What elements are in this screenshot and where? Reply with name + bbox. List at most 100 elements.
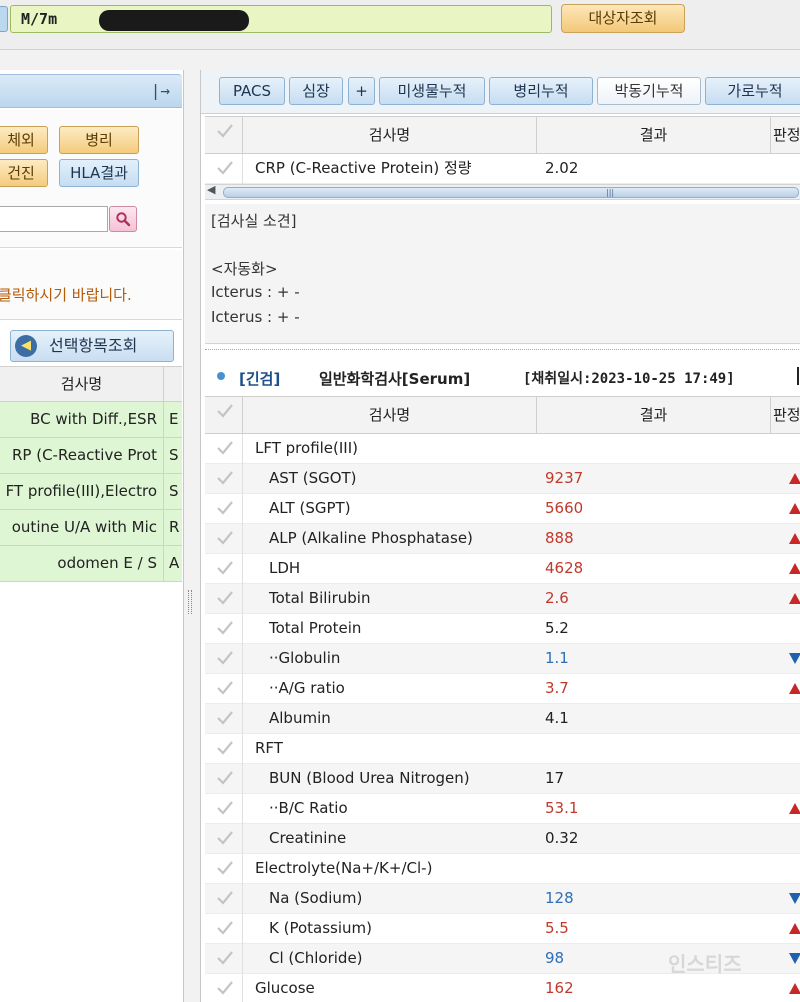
- check-icon: [216, 159, 233, 177]
- category-button-external[interactable]: 체외: [0, 126, 48, 154]
- result-row[interactable]: ALT (SGPT) 5660: [205, 494, 800, 524]
- check-icon: [216, 439, 233, 457]
- category-button-pathology[interactable]: 병리: [59, 126, 139, 154]
- category-button-hla[interactable]: HLA결과: [59, 159, 139, 187]
- tab-cardiac[interactable]: 심장: [289, 77, 343, 105]
- result-row[interactable]: BUN (Blood Urea Nitrogen) 17: [205, 764, 800, 794]
- result-row[interactable]: Electrolyte(Na+/K+/Cl-): [205, 854, 800, 884]
- row-checkbox[interactable]: [205, 524, 243, 554]
- result-row[interactable]: ··A/G ratio 3.7: [205, 674, 800, 704]
- scrollbar-thumb[interactable]: |||: [223, 187, 799, 198]
- select-all-checkbox[interactable]: [205, 117, 243, 154]
- select-all-checkbox[interactable]: [205, 397, 243, 434]
- result-name: BUN (Blood Urea Nitrogen): [269, 769, 470, 787]
- tab-add[interactable]: +: [348, 77, 375, 105]
- row-checkbox[interactable]: [205, 494, 243, 524]
- check-icon: [216, 499, 233, 517]
- row-checkbox[interactable]: [205, 464, 243, 494]
- select-items-lookup-button[interactable]: ◀ 선택항목조회: [10, 330, 174, 362]
- search-input[interactable]: [0, 206, 108, 232]
- result-row[interactable]: Total Protein 5.2: [205, 614, 800, 644]
- result-row[interactable]: Na (Sodium) 128: [205, 884, 800, 914]
- result-row[interactable]: K (Potassium) 5.5: [205, 914, 800, 944]
- exam-list-row[interactable]: BC with Diff.,ESR E: [0, 402, 182, 438]
- patient-lookup-button[interactable]: 대상자조회: [561, 4, 685, 33]
- exam-list-row[interactable]: FT profile(III),Electro S: [0, 474, 182, 510]
- row-checkbox[interactable]: [205, 434, 243, 464]
- result-name: RFT: [255, 739, 283, 757]
- tab-pacs[interactable]: PACS: [219, 77, 285, 105]
- tab-horizontal-cumulative[interactable]: 가로누적: [705, 77, 800, 105]
- result-row[interactable]: CRP (C-Reactive Protein) 정량 2.02: [205, 154, 800, 184]
- check-icon: [216, 402, 233, 420]
- result-value: 5660: [545, 499, 584, 517]
- panel-splitter-handle[interactable]: [188, 590, 194, 614]
- result-row[interactable]: Albumin 4.1: [205, 704, 800, 734]
- row-checkbox[interactable]: [205, 914, 243, 944]
- row-checkbox[interactable]: [205, 674, 243, 704]
- result-value: 2.02: [545, 159, 579, 177]
- right-panel: PACS 심장 + 미생물누적 병리누적 박동기누적 가로누적 검사명 결과 판…: [200, 70, 800, 1002]
- result-name: ALT (SGPT): [269, 499, 351, 517]
- row-checkbox[interactable]: [205, 974, 243, 1002]
- row-checkbox[interactable]: [205, 154, 243, 184]
- check-icon: [216, 799, 233, 817]
- exam-list-row[interactable]: odomen E / S A: [0, 546, 182, 582]
- result-row[interactable]: ALP (Alkaline Phosphatase) 888: [205, 524, 800, 554]
- result-name: Total Protein: [269, 619, 362, 637]
- check-icon: [216, 769, 233, 787]
- section-name: 일반화학검사[Serum]: [319, 370, 471, 388]
- row-checkbox[interactable]: [205, 764, 243, 794]
- result-value: 1.1: [545, 649, 569, 667]
- result-row[interactable]: Creatinine 0.32: [205, 824, 800, 854]
- result-row[interactable]: AST (SGOT) 9237: [205, 464, 800, 494]
- bullet-icon: [217, 372, 225, 380]
- row-checkbox[interactable]: [205, 704, 243, 734]
- check-icon: [216, 559, 233, 577]
- result-value: 53.1: [545, 799, 579, 817]
- tab-pathology-cumulative[interactable]: 병리누적: [489, 77, 593, 105]
- result-row[interactable]: LFT profile(III): [205, 434, 800, 464]
- row-checkbox[interactable]: [205, 794, 243, 824]
- low-flag-icon: [789, 653, 800, 664]
- scroll-left-arrow-icon[interactable]: ◀: [207, 183, 215, 196]
- high-flag-icon: [789, 923, 800, 934]
- horizontal-scrollbar[interactable]: ◀ |||: [205, 183, 800, 200]
- result-name: Cl (Chloride): [269, 949, 363, 967]
- tab-pacemaker-cumulative[interactable]: 박동기누적: [597, 77, 701, 105]
- row-checkbox[interactable]: [205, 644, 243, 674]
- row-checkbox[interactable]: [205, 824, 243, 854]
- result-row[interactable]: ··Globulin 1.1: [205, 644, 800, 674]
- result-row[interactable]: Total Bilirubin 2.6: [205, 584, 800, 614]
- result-row[interactable]: LDH 4628: [205, 554, 800, 584]
- high-flag-icon: [789, 803, 800, 814]
- result-row[interactable]: RFT: [205, 734, 800, 764]
- result-name: LDH: [269, 559, 301, 577]
- low-flag-icon: [789, 953, 800, 964]
- tab-microbiology-cumulative[interactable]: 미생물누적: [379, 77, 485, 105]
- lab-opinion-line: <자동화>: [211, 260, 278, 278]
- result-row[interactable]: ··B/C Ratio 53.1: [205, 794, 800, 824]
- row-checkbox[interactable]: [205, 584, 243, 614]
- result-row[interactable]: Glucose 162: [205, 974, 800, 1002]
- exam-list-row[interactable]: RP (C-Reactive Prot S: [0, 438, 182, 474]
- category-button-checkup[interactable]: 건진: [0, 159, 48, 187]
- exam-list-row[interactable]: outine U/A with Mic R: [0, 510, 182, 546]
- row-checkbox[interactable]: [205, 854, 243, 884]
- section-tag: [긴검]: [239, 370, 281, 388]
- row-checkbox[interactable]: [205, 614, 243, 644]
- grid-header-name: 검사명: [243, 117, 537, 154]
- grid-header-flag: 판정: [773, 126, 800, 144]
- search-button[interactable]: [109, 206, 137, 232]
- collapse-right-icon[interactable]: |→: [151, 81, 170, 100]
- row-checkbox[interactable]: [205, 944, 243, 974]
- patient-info-field[interactable]: M/7m: [10, 5, 552, 33]
- row-checkbox[interactable]: [205, 884, 243, 914]
- high-flag-icon: [789, 473, 800, 484]
- exam-list-table: 검사명 BC with Diff.,ESR E RP (C-Reactive Pro…: [0, 366, 182, 582]
- result-name: Albumin: [269, 709, 331, 727]
- check-icon: [216, 679, 233, 697]
- row-checkbox[interactable]: [205, 734, 243, 764]
- row-checkbox[interactable]: [205, 554, 243, 584]
- toolbar-stub-button[interactable]: [0, 6, 8, 32]
